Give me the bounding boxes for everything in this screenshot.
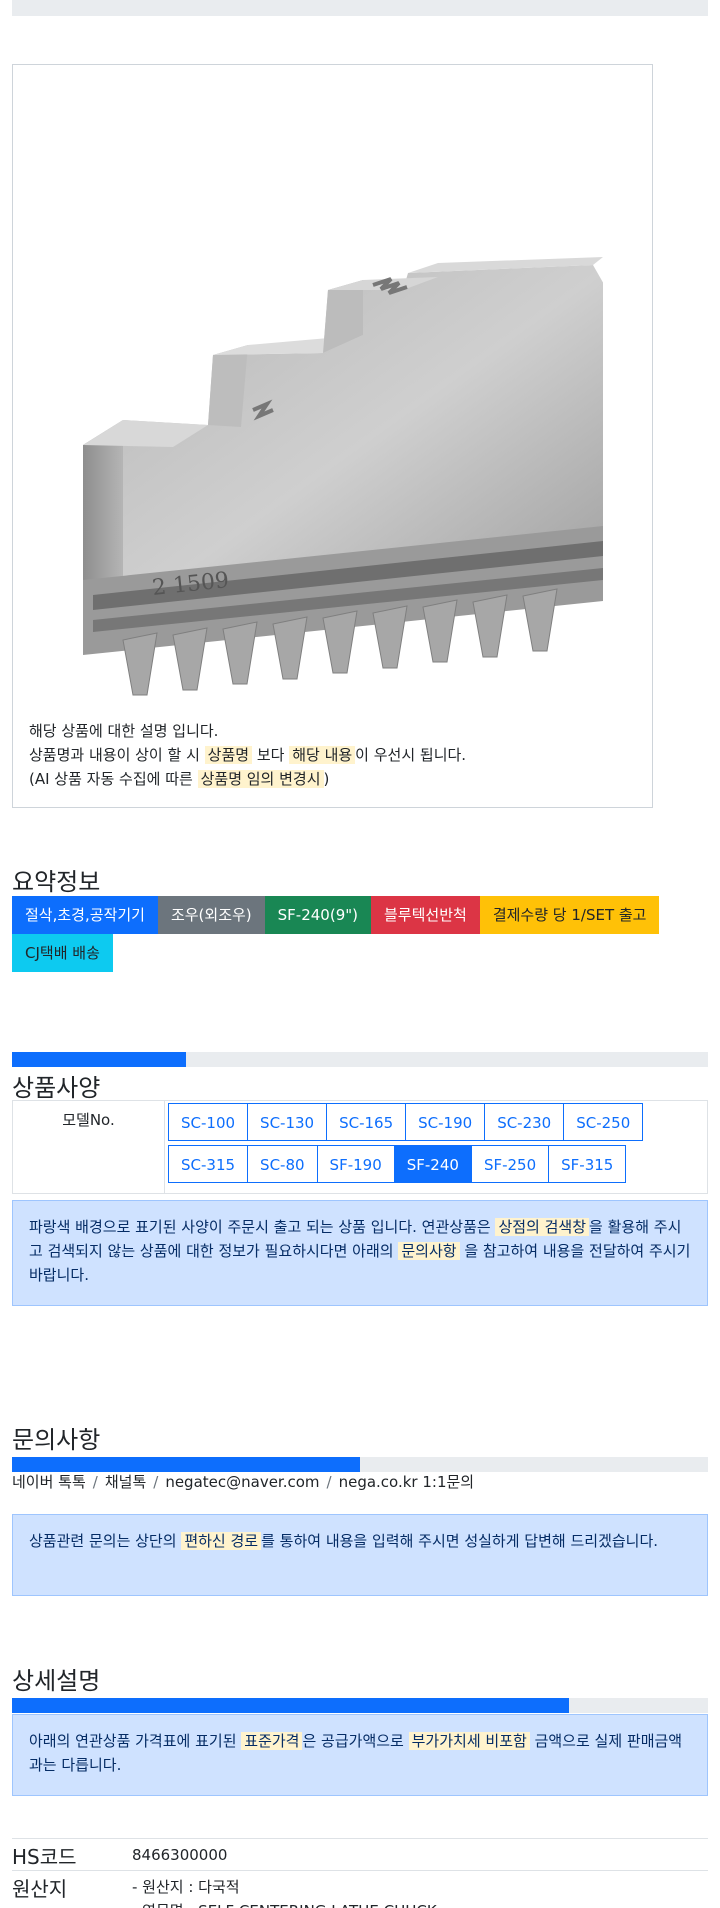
spec-title: 상품사양 [12, 1074, 101, 1102]
detail-notice-text: 아래의 연관상품 가격표에 표기된 [29, 1732, 242, 1750]
model-option-sc-190[interactable]: SC-190 [405, 1103, 486, 1141]
inquiry-notice-text: 를 통하여 내용을 입력해 주시면 성실하게 답변해 드리겠습니다. [261, 1532, 659, 1550]
description-text: ) [323, 770, 330, 788]
summary-title: 요약정보 [12, 868, 101, 896]
contact-separator: / [326, 1473, 332, 1491]
spec-table: 모델No. SC-100 SC-130 SC-165 SC-190 SC-230 SC-2… [12, 1100, 708, 1194]
summary-badge: 결제수량 당 1/SET 출고 [479, 896, 660, 934]
summary-badge: 절삭,초경,공작기기 [12, 896, 158, 934]
detail-notice-highlight: 부가가치세 비포함 [408, 1732, 530, 1750]
summary-badge: CJ택배 배송 [12, 934, 113, 972]
origin-english-name: - 영문명 : SELF CENTERING LATHE CHUCK [132, 1899, 437, 1908]
contact-link[interactable]: negatec@naver.com [165, 1473, 319, 1491]
contact-link[interactable]: 네이버 톡톡 [12, 1473, 86, 1491]
origin-row: 원산지 - 원산지 : 다국적 - 영문명 : SELF CENTERING L… [12, 1870, 708, 1908]
detail-notice: 아래의 연관상품 가격표에 표기된 표준가격 은 공급가액으로 부가가치세 비포함… [12, 1714, 708, 1796]
description-text: 보다 [252, 746, 290, 764]
inquiry-title: 문의사항 [12, 1426, 101, 1454]
description-text: 상품명과 내용이 상이 할 시 [29, 746, 205, 764]
contact-links: 네이버 톡톡 / 채널톡 / negatec@naver.com / nega.co.kr … [12, 1471, 474, 1492]
summary-badge: SF-240(9") [264, 896, 371, 934]
product-description: 해당 상품에 대한 설명 입니다. 상품명과 내용이 상이 할 시 상품명 보다 … [29, 719, 466, 791]
product-image-card: 2 1509 해당 상품에 대한 설명 입니다. 상품명과 내용이 상이 할 시 … [12, 64, 653, 808]
contact-separator: / [153, 1473, 159, 1491]
inquiry-progress-fill [12, 1457, 360, 1472]
inquiry-progress-bar [12, 1457, 708, 1472]
inquiry-notice-text: 상품관련 문의는 상단의 [29, 1532, 182, 1550]
origin-label: 원산지 [12, 1877, 68, 1901]
model-option-sf-250[interactable]: SF-250 [470, 1145, 550, 1183]
lathe-chuck-jaw-image: 2 1509 [83, 257, 603, 696]
model-no-label: 모델No. [13, 1101, 165, 1193]
contact-link[interactable]: nega.co.kr 1:1문의 [339, 1473, 475, 1491]
description-line: (AI 상품 자동 수집에 따른 상품명 임의 변경시) [29, 767, 466, 791]
model-option-sc-100[interactable]: SC-100 [168, 1103, 249, 1141]
model-option-sf-315[interactable]: SF-315 [548, 1145, 627, 1183]
description-line: 상품명과 내용이 상이 할 시 상품명 보다 해당 내용 이 우선시 됩니다. [29, 743, 466, 767]
description-highlight: 해당 내용 [289, 746, 356, 764]
spec-progress-bar [12, 1052, 708, 1067]
contact-link[interactable]: 채널톡 [105, 1473, 146, 1491]
model-option-sf-240[interactable]: SF-240 [393, 1145, 472, 1183]
model-option-sc-165[interactable]: SC-165 [326, 1103, 407, 1141]
detail-progress-bar [12, 1698, 708, 1713]
origin-country: - 원산지 : 다국적 [132, 1878, 240, 1896]
model-button-group: SC-100 SC-130 SC-165 SC-190 SC-230 SC-250 SC-3… [168, 1103, 708, 1187]
model-option-sc-80[interactable]: SC-80 [247, 1145, 318, 1183]
spec-notice-text: 파랑색 배경으로 표기된 사양이 주문시 출고 되는 상품 입니다. 연관상품은 [29, 1218, 496, 1236]
detail-notice-highlight: 표준가격 [241, 1732, 303, 1750]
contact-separator: / [92, 1473, 98, 1491]
spec-notice: 파랑색 배경으로 표기된 사양이 주문시 출고 되는 상품 입니다. 연관상품은… [12, 1200, 708, 1306]
hs-code-label: HS코드 [12, 1845, 77, 1869]
description-text: 해당 상품에 대한 설명 입니다. [29, 722, 219, 740]
origin-value: - 원산지 : 다국적 - 영문명 : SELF CENTERING LATHE… [132, 1875, 437, 1908]
top-divider-bar [12, 0, 708, 16]
detail-notice-text: 은 공급가액으로 [302, 1732, 409, 1750]
detail-progress-fill [12, 1698, 569, 1713]
spec-progress-fill [12, 1052, 186, 1067]
description-highlight: 상품명 [204, 746, 253, 764]
model-option-sc-130[interactable]: SC-130 [247, 1103, 328, 1141]
summary-badge: 조우(외조우) [157, 896, 265, 934]
hs-code-row: HS코드 8466300000 [12, 1838, 708, 1870]
hs-code-value: 8466300000 [132, 1846, 228, 1864]
description-text: (AI 상품 자동 수집에 따른 [29, 770, 198, 788]
description-highlight: 상품명 임의 변경시 [197, 770, 324, 788]
spec-notice-highlight: 상점의 검색창 [495, 1218, 590, 1236]
model-option-sc-315[interactable]: SC-315 [168, 1145, 249, 1183]
description-line: 해당 상품에 대한 설명 입니다. [29, 719, 466, 743]
inquiry-notice-highlight: 편하신 경로 [181, 1532, 262, 1550]
model-option-sc-230[interactable]: SC-230 [484, 1103, 565, 1141]
model-option-sf-190[interactable]: SF-190 [316, 1145, 395, 1183]
description-text: 이 우선시 됩니다. [355, 746, 467, 764]
summary-badges: 절삭,초경,공작기기 조우(외조우) SF-240(9") 블루텍선반척 결제수량 당 … [12, 896, 712, 972]
inquiry-notice: 상품관련 문의는 상단의 편하신 경로 를 통하여 내용을 입력해 주시면 성실하… [12, 1514, 708, 1596]
detail-title: 상세설명 [12, 1667, 101, 1695]
summary-badge: 블루텍선반척 [371, 896, 480, 934]
model-option-sc-250[interactable]: SC-250 [563, 1103, 644, 1141]
spec-notice-highlight: 문의사항 [398, 1242, 460, 1260]
